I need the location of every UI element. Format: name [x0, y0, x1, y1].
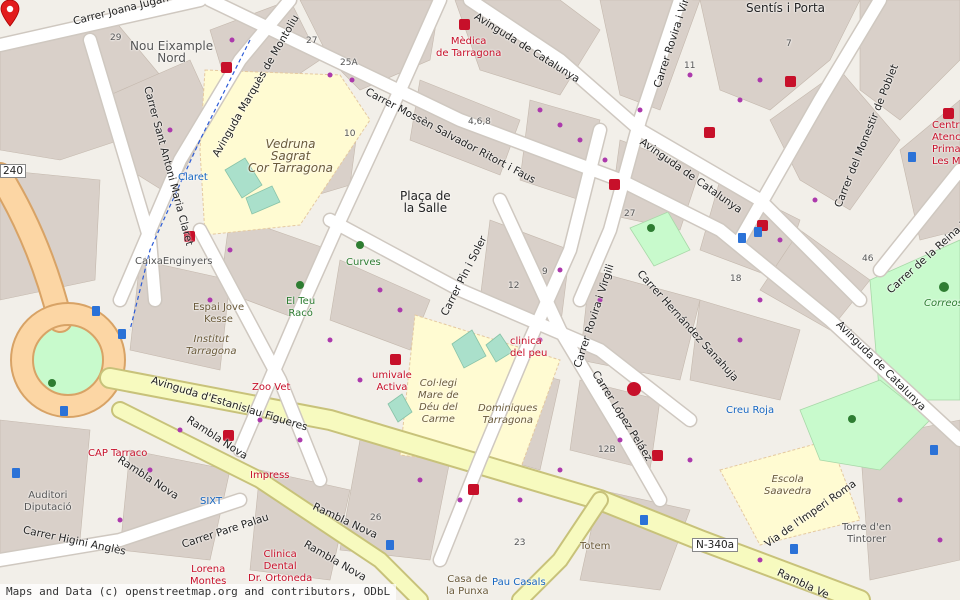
poi-clinica-peu[interactable]: clinica del peu	[510, 336, 547, 360]
place-centre-atencio: Centr Atenc Prima Les Mur	[932, 120, 960, 167]
poi-totem[interactable]: Totem	[580, 541, 610, 553]
poi-pau-casals[interactable]: Pau Casals	[492, 577, 546, 589]
poi-sixt[interactable]: SIXT	[200, 496, 222, 508]
poi-zoo-vet[interactable]: Zoo Vet	[252, 382, 290, 394]
poi-auditori[interactable]: Auditori Diputació	[24, 490, 72, 514]
place-torre: Torre d'en Tintorer	[842, 522, 892, 545]
house-number: 7	[786, 39, 792, 49]
place-sentis: Sentís i Porta	[746, 1, 826, 15]
place-dominiques: Dominiques Tarragona	[478, 403, 538, 426]
poi-claret[interactable]: Claret	[178, 172, 208, 184]
place-vedruna: Vedruna Sagrat Cor Tarragona	[248, 137, 334, 175]
house-number: 26	[370, 513, 382, 523]
place-placa-salle: Plaça de la Salle	[400, 189, 451, 215]
house-number: 29	[110, 33, 122, 43]
road-shield-240: 240	[0, 164, 27, 178]
house-number: 46	[862, 254, 874, 264]
poi-impress[interactable]: Impress	[250, 470, 290, 482]
house-number: 12	[508, 281, 520, 291]
place-nou-eixample: Nou Eixample Nord	[130, 39, 214, 65]
poi-casa-punxa[interactable]: Casa de la Punxa	[446, 574, 489, 598]
house-number: 12B	[598, 445, 616, 455]
poi-umivale[interactable]: umivale Activa	[372, 370, 412, 394]
place-colegi: Col·legi Mare de Déu del Carme	[418, 378, 459, 425]
house-number: 25A	[340, 58, 358, 68]
road-shield-n340: N-340a	[692, 538, 739, 552]
house-number: 23	[514, 538, 526, 548]
poi-creu-roja[interactable]: Creu Roja	[726, 405, 774, 417]
poi-teu-raco[interactable]: El Teu Racó	[286, 296, 315, 320]
poi-medica[interactable]: Mèdica de Tarragona	[436, 36, 501, 60]
map-view[interactable]: Carrer Joana Jugan Avinguda de Catalunya…	[0, 0, 960, 600]
house-number: 18	[730, 274, 742, 284]
poi-institut[interactable]: Institut Tarragona	[186, 334, 236, 358]
house-number: 11	[684, 61, 696, 71]
house-number: 4,6,8	[468, 117, 491, 127]
house-number: 9	[542, 267, 548, 277]
house-number: 27	[624, 209, 636, 219]
poi-espai[interactable]: Espai Jove Kesse	[193, 302, 244, 326]
poi-cap-tarraco[interactable]: CAP Tarraco	[88, 448, 147, 460]
house-number: 27	[306, 36, 318, 46]
poi-clinica-dental[interactable]: Clinica Dental Dr. Ortoneda	[248, 549, 312, 585]
location-marker-icon[interactable]	[0, 0, 20, 28]
poi-curves[interactable]: Curves	[346, 257, 381, 269]
place-escola: Escola Saavedra	[764, 474, 812, 497]
house-number: 10	[344, 129, 356, 139]
map-attribution[interactable]: Maps and Data (c) openstreetmap.org and …	[0, 584, 397, 600]
poi-caixa[interactable]: CaixaEnginyers	[135, 256, 212, 268]
poi-correos[interactable]: Correos	[924, 298, 960, 310]
